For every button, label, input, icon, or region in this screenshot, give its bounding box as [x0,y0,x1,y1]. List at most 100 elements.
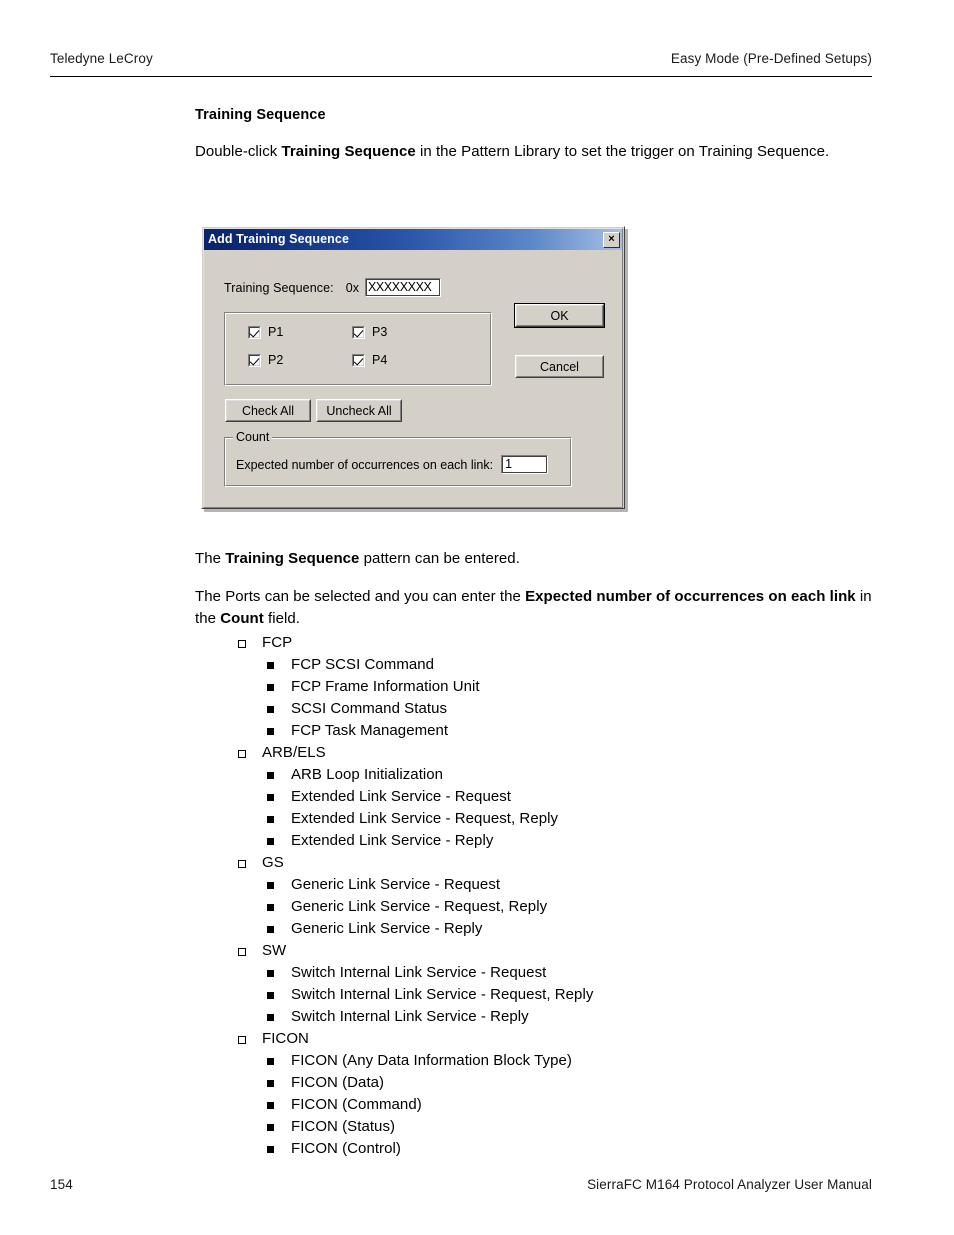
checkbox-icon[interactable] [352,326,365,339]
list-item-label: Generic Link Service - Request, Reply [291,898,548,915]
list-item: Extended Link Service - Request [267,786,895,808]
list-item: Extended Link Service - Reply [267,830,895,852]
list-item: FCP Task Management [267,720,895,742]
list-item: FICON (Any Data Information Block Type) [267,1050,895,1072]
list-item-label: FCP Task Management [291,722,449,739]
port-checkbox-p3[interactable]: P3 [352,326,387,339]
port-label: P3 [372,325,388,339]
list-item-label: FCP [262,634,293,651]
list-item: FICON (Data) [267,1072,895,1094]
dialog-title: Add Training Sequence [208,232,350,246]
list-item: Generic Link Service - Request [267,874,895,896]
list-item-group: FCP [238,632,895,654]
para2-post: field. [263,610,301,627]
list-item-label: Extended Link Service - Reply [291,832,494,849]
list-item-label: Switch Internal Link Service - Request, … [291,986,594,1003]
page-header: Teledyne LeCroy Easy Mode (Pre-Defined S… [50,50,872,77]
document-page: Teledyne LeCroy Easy Mode (Pre-Defined S… [0,0,954,1235]
port-checkbox-p4[interactable]: P4 [352,354,387,367]
port-label: P1 [268,325,284,339]
list-item-label: FICON (Command) [291,1096,422,1113]
training-sequence-input[interactable]: XXXXXXXX [364,278,441,297]
checkbox-icon[interactable] [248,326,261,339]
list-item: Extended Link Service - Request, Reply [267,808,895,830]
manual-title: SierraFC M164 Protocol Analyzer User Man… [587,1177,872,1192]
check-all-button[interactable]: Check All [225,399,311,422]
protocol-list: FCP FCP SCSI Command FCP Frame Information… [195,632,895,1160]
checkbox-icon[interactable] [248,354,261,367]
list-item-group: SW [238,940,895,962]
count-field-row: Expected number of occurrences on each l… [236,455,566,474]
ports-group-border [225,313,491,385]
list-item-label: FICON (Control) [291,1140,401,1157]
count-label: Expected number of occurrences on each l… [236,457,494,472]
list-item: Switch Internal Link Service - Request, … [267,984,895,1006]
para2-bold2: Count [220,610,264,627]
list-item: FCP Frame Information Unit [267,676,895,698]
port-label: P4 [372,353,388,367]
paragraph-pattern-entered: The Training Sequence pattern can be ent… [195,548,875,570]
port-checkbox-p1[interactable]: P1 [248,326,283,339]
list-item: FCP SCSI Command [267,654,895,676]
list-item-label: FICON (Data) [291,1074,385,1091]
list-item: Generic Link Service - Reply [267,918,895,940]
list-item-label: FICON (Any Data Information Block Type) [291,1052,572,1069]
dialog-titlebar: Add Training Sequence × [204,229,622,250]
list-item-label: GS [262,854,284,871]
para1-pre: The [195,550,226,567]
count-group: Count Expected number of occurrences on … [224,430,572,487]
page-number: 154 [50,1177,73,1192]
list-item-label: Switch Internal Link Service - Reply [291,1008,529,1025]
checkbox-icon[interactable] [352,354,365,367]
count-group-legend: Count [233,430,273,444]
list-item: Switch Internal Link Service - Request [267,962,895,984]
intro-post: in the Pattern Library to set the trigge… [415,143,830,160]
ok-button[interactable]: OK [514,303,605,328]
paragraph-ports-count: The Ports can be selected and you can en… [195,586,875,630]
training-sequence-field-row: Training Sequence: 0x XXXXXXXX [224,278,441,297]
page-title: Training Sequence [195,107,326,123]
uncheck-all-button[interactable]: Uncheck All [316,399,402,422]
intro-block: Training Sequence Double-click Training … [195,106,875,179]
list-item-group: ARB/ELS [238,742,895,764]
list-item-label: SCSI Command Status [291,700,448,717]
para2-pre: The Ports can be selected and you can en… [195,588,526,605]
list-item: FICON (Command) [267,1094,895,1116]
count-input[interactable]: 1 [501,455,549,474]
list-item-label: ARB Loop Initialization [291,766,444,783]
dialog-frame: Add Training Sequence × Training Sequenc… [201,226,625,509]
list-item-label: FCP SCSI Command [291,656,435,673]
list-item: FICON (Status) [267,1116,895,1138]
list-item-label: FCP Frame Information Unit [291,678,480,695]
list-item-label: FICON (Status) [291,1118,396,1135]
list-item-label: FICON [262,1030,309,1047]
list-item: SCSI Command Status [267,698,895,720]
hex-prefix-label: 0x [345,280,359,295]
port-checkbox-p2[interactable]: P2 [248,354,283,367]
list-item-label: Generic Link Service - Reply [291,920,483,937]
list-item-group: FICON [238,1028,895,1050]
list-item-label: Generic Link Service - Request [291,876,501,893]
intro-bold: Training Sequence [281,143,416,160]
intro-pre: Double-click [195,143,282,160]
header-company: Teledyne LeCroy [50,51,153,66]
list-item-label: Switch Internal Link Service - Request [291,964,547,981]
page-footer: 154 SierraFC M164 Protocol Analyzer User… [50,1176,872,1193]
dialog-body: Training Sequence: 0x XXXXXXXX P1 P2 P3 … [202,250,624,509]
list-item-group: GS [238,852,895,874]
list-item: Generic Link Service - Request, Reply [267,896,895,918]
intro-paragraph: Double-click Training Sequence in the Pa… [195,141,875,163]
cancel-button[interactable]: Cancel [515,355,604,378]
para2-bold1: Expected number of occurrences on each l… [525,588,856,605]
list-item: ARB Loop Initialization [267,764,895,786]
header-section: Easy Mode (Pre-Defined Setups) [670,51,872,66]
list-item: FICON (Control) [267,1138,895,1160]
training-sequence-label: Training Sequence: [224,280,334,295]
list-item-label: SW [262,942,287,959]
close-icon[interactable]: × [603,231,620,248]
list-item: Switch Internal Link Service - Reply [267,1006,895,1028]
ports-group: P1 P2 P3 P4 [224,312,492,386]
para1-post: pattern can be entered. [359,550,520,567]
add-training-sequence-dialog: Add Training Sequence × Training Sequenc… [201,226,625,509]
list-item-label: Extended Link Service - Request [291,788,512,805]
